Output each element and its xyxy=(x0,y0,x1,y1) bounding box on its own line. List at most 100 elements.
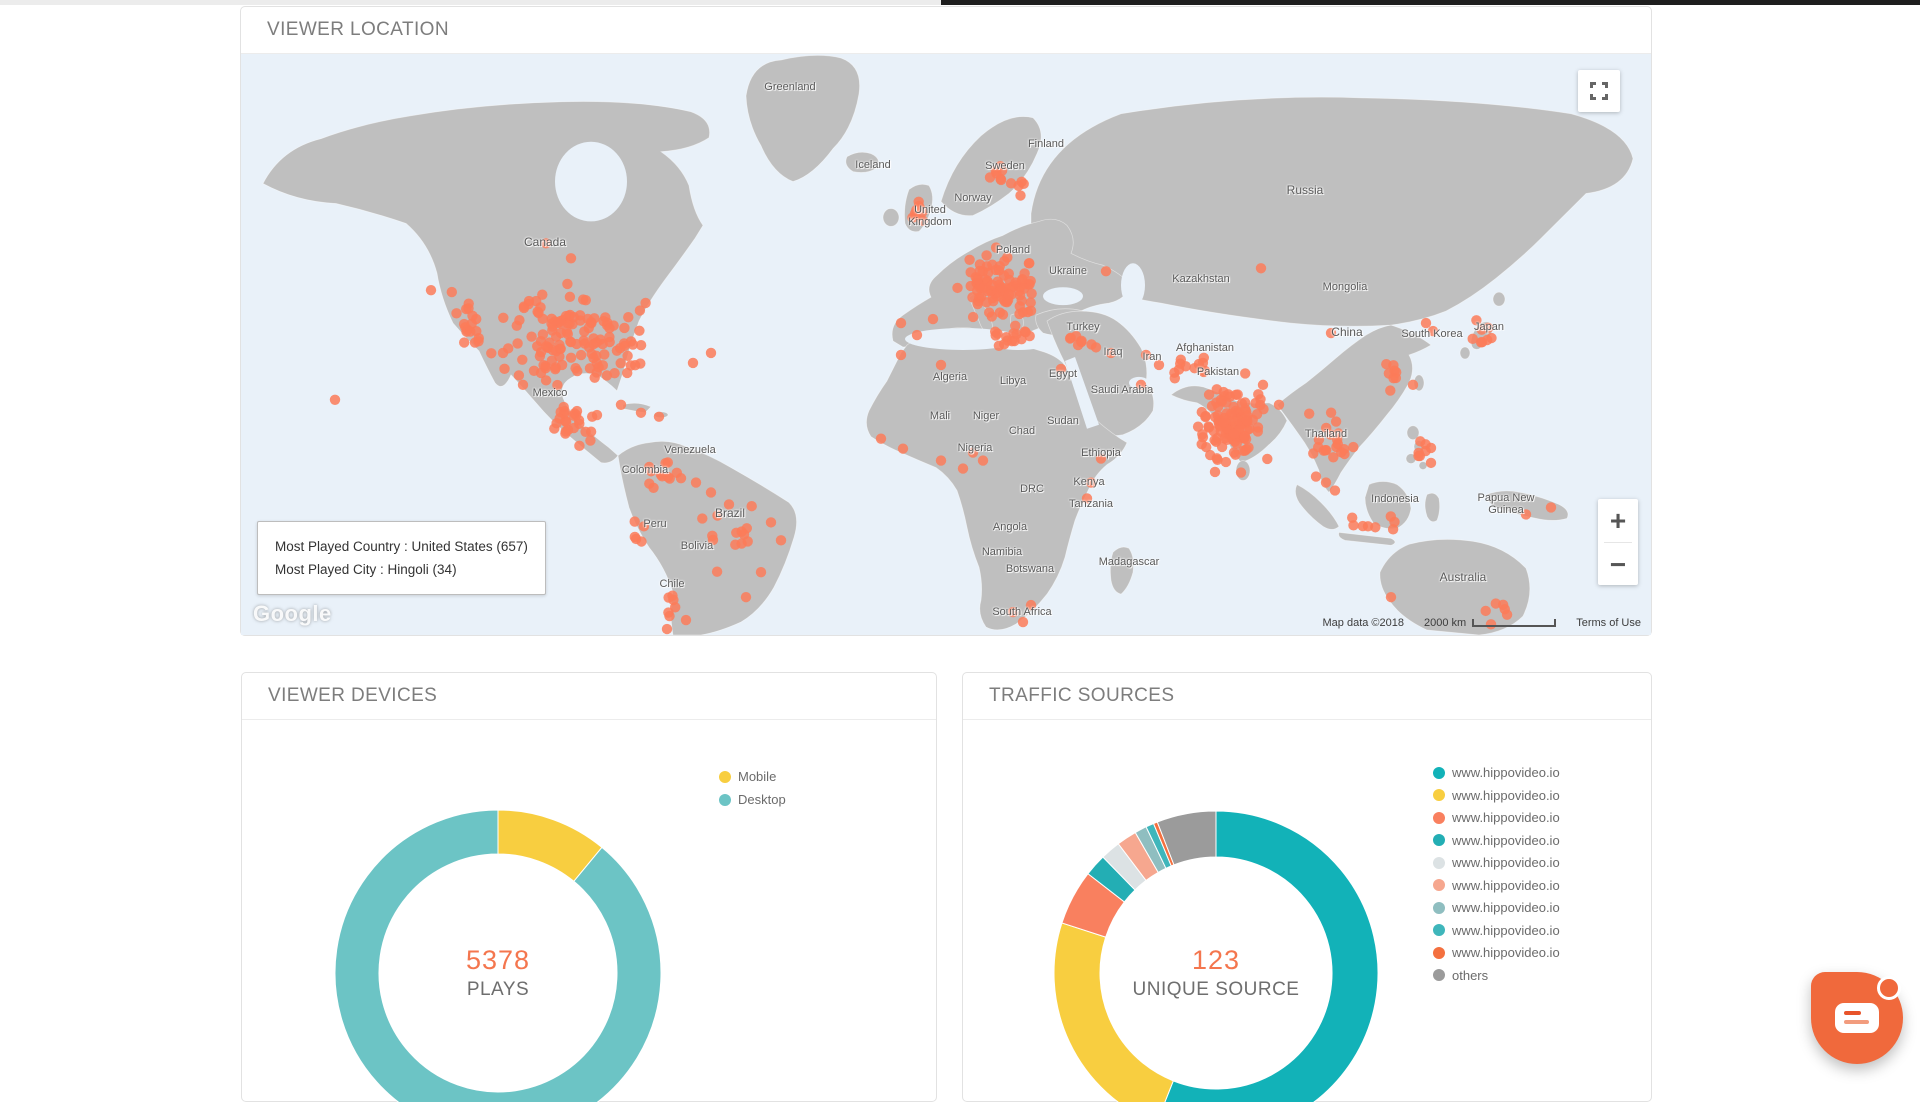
viewer-dot xyxy=(681,615,691,625)
legend-item[interactable]: www.hippovideo.io xyxy=(1433,923,1560,938)
legend-color-dot xyxy=(1433,857,1445,869)
viewer-dot xyxy=(1253,422,1263,432)
viewer-dot xyxy=(928,314,938,324)
viewer-dot xyxy=(622,368,632,378)
chat-bubble-icon xyxy=(1835,1003,1879,1033)
viewer-dot xyxy=(676,473,686,483)
donut-segment-desktop-1[interactable] xyxy=(335,810,661,1102)
viewer-dot xyxy=(1333,439,1343,449)
legend-item[interactable]: Mobile xyxy=(719,769,786,784)
viewer-dot xyxy=(1386,511,1396,521)
legend-item[interactable]: www.hippovideo.io xyxy=(1433,945,1560,960)
viewer-location-panel: VIEWER LOCATION xyxy=(240,6,1652,636)
viewer-dot xyxy=(1076,337,1086,347)
viewer-dot xyxy=(648,483,658,493)
viewer-dot xyxy=(585,435,595,445)
viewer-dot xyxy=(1311,471,1321,481)
viewer-dot xyxy=(1006,178,1016,188)
legend-item[interactable]: www.hippovideo.io xyxy=(1433,855,1560,870)
viewer-dot xyxy=(623,312,633,322)
viewer-dot xyxy=(1477,337,1487,347)
viewer-dot xyxy=(592,358,602,368)
world-map[interactable]: GreenlandIcelandFinlandSwedenNorwayRussi… xyxy=(241,54,1651,635)
viewer-dot xyxy=(1258,380,1268,390)
viewer-dot xyxy=(1326,407,1336,417)
viewer-dot xyxy=(876,433,886,443)
viewer-dot xyxy=(630,532,640,542)
viewer-dot xyxy=(463,303,473,313)
viewer-dot xyxy=(766,517,776,527)
viewer-dot xyxy=(1082,493,1092,503)
viewer-dot xyxy=(580,427,590,437)
viewer-dot xyxy=(622,351,632,361)
viewer-dot xyxy=(896,350,906,360)
viewer-dot xyxy=(551,331,561,341)
viewer-dot xyxy=(724,499,734,509)
viewer-dot xyxy=(1381,359,1391,369)
viewer-dot xyxy=(972,275,982,285)
legend-item[interactable]: www.hippovideo.io xyxy=(1433,788,1560,803)
viewer-dot xyxy=(756,567,766,577)
fullscreen-button[interactable] xyxy=(1578,70,1620,112)
viewer-dot xyxy=(1216,426,1226,436)
viewer-dot xyxy=(654,412,664,422)
viewer-dot xyxy=(574,441,584,451)
viewer-dot xyxy=(998,309,1008,319)
viewer-dot xyxy=(1363,521,1373,531)
viewer-dot xyxy=(1321,477,1331,487)
viewer-dot xyxy=(459,319,469,329)
viewer-dot xyxy=(591,337,601,347)
legend-label: Mobile xyxy=(738,769,776,784)
viewer-dot xyxy=(1056,364,1066,374)
legend-item[interactable]: others xyxy=(1433,968,1560,983)
viewer-dot xyxy=(1019,268,1029,278)
viewer-dot xyxy=(1086,477,1096,487)
viewer-dot xyxy=(1210,467,1220,477)
chat-widget-button[interactable] xyxy=(1811,972,1903,1064)
most-played-city: Most Played City : Hingoli (34) xyxy=(275,558,528,581)
viewer-dot xyxy=(936,360,946,370)
legend-item[interactable]: www.hippovideo.io xyxy=(1433,878,1560,893)
viewer-dot xyxy=(1141,350,1151,360)
legend-item[interactable]: Desktop xyxy=(719,792,786,807)
legend-label: www.hippovideo.io xyxy=(1452,878,1560,893)
viewer-dot xyxy=(1348,442,1358,452)
viewer-dot xyxy=(646,466,656,476)
legend-item[interactable]: www.hippovideo.io xyxy=(1433,833,1560,848)
viewer-dot xyxy=(968,447,978,457)
viewer-dot xyxy=(995,161,1005,171)
viewer-dot xyxy=(1428,326,1438,336)
zoom-in-button[interactable]: + xyxy=(1598,499,1638,542)
viewer-dot xyxy=(999,339,1009,349)
viewer-dot xyxy=(1240,368,1250,378)
viewer-dot xyxy=(936,455,946,465)
viewer-devices-legend: Mobile Desktop xyxy=(719,769,786,815)
viewer-dot xyxy=(636,340,646,350)
zoom-out-button[interactable]: − xyxy=(1598,543,1638,586)
donut-segment-www-hippovideo-io-1[interactable] xyxy=(1054,923,1173,1102)
legend-item[interactable]: www.hippovideo.io xyxy=(1433,900,1560,915)
google-logo[interactable]: Google xyxy=(253,601,332,627)
viewer-devices-donut xyxy=(242,720,936,1102)
map-scale: 2000 km xyxy=(1424,617,1556,629)
viewer-dot xyxy=(992,328,1002,338)
viewer-dot xyxy=(569,410,579,420)
terms-of-use-link[interactable]: Terms of Use xyxy=(1576,617,1641,629)
legend-item[interactable]: www.hippovideo.io xyxy=(1433,810,1560,825)
viewer-dot xyxy=(566,253,576,263)
viewer-dot xyxy=(599,349,609,359)
viewer-dot xyxy=(1408,380,1418,390)
viewer-dot xyxy=(1421,318,1431,328)
viewer-dot xyxy=(706,348,716,358)
viewer-dot xyxy=(663,472,673,482)
legend-item[interactable]: www.hippovideo.io xyxy=(1433,765,1560,780)
viewer-dot xyxy=(1330,485,1340,495)
viewer-dot xyxy=(1200,412,1210,422)
viewer-dot xyxy=(1023,307,1033,317)
legend-color-dot xyxy=(1433,969,1445,981)
viewer-dot xyxy=(907,213,917,223)
viewer-dot xyxy=(1274,400,1284,410)
viewer-dot xyxy=(912,330,922,340)
viewer-dot xyxy=(474,333,484,343)
viewer-dot xyxy=(1500,604,1510,614)
